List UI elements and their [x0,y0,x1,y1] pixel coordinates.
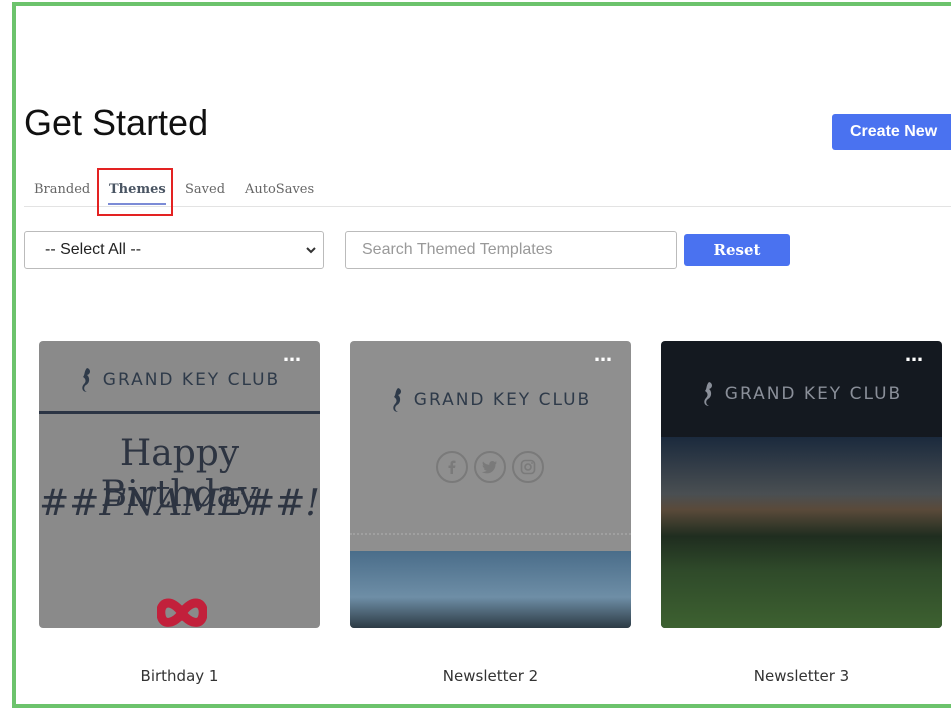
logo-text: GRAND KEY CLUB [413,390,592,410]
bow-icon [157,598,207,627]
chevron-down-icon [306,247,316,254]
template-card-newsletter-2[interactable]: … GRAND KEY CLUB [350,341,631,628]
more-options-icon[interactable]: … [594,345,613,366]
logo: GRAND KEY CLUB [661,381,942,407]
card-caption: Birthday 1 [140,667,219,685]
seahorse-icon [82,368,90,392]
golf-course-photo [661,437,942,628]
more-options-icon[interactable]: … [905,345,924,366]
seahorse-icon [393,388,401,412]
category-select[interactable]: -- Select All -- [24,231,324,269]
search-input[interactable] [345,231,677,269]
template-card-birthday[interactable]: … GRAND KEY CLUB Happy Birthday ##FNAME#… [39,341,320,628]
card-caption: Newsletter 2 [442,667,539,685]
more-options-icon[interactable]: … [283,345,302,366]
tab-branded[interactable]: Branded [34,182,90,197]
card-caption: Newsletter 3 [753,667,850,685]
logo: GRAND KEY CLUB [39,367,320,393]
create-new-button[interactable]: Create New [832,114,951,150]
themes-tab-highlight [97,168,173,216]
facebook-icon [436,451,468,483]
page-title: Get Started [24,102,209,143]
name-merge-tag: ##FNAME##! [39,483,320,524]
twitter-icon [474,451,506,483]
logo-text: GRAND KEY CLUB [102,370,281,390]
beach-photo [350,551,631,628]
reset-button[interactable]: Reset [684,234,790,266]
logo-text: GRAND KEY CLUB [724,384,903,404]
divider [350,533,631,535]
divider [39,411,320,414]
template-card-newsletter-3[interactable]: … GRAND KEY CLUB [661,341,942,628]
tab-autosaves[interactable]: AutoSaves [245,182,314,197]
instagram-icon [512,451,544,483]
select-value: -- Select All -- [45,241,142,258]
logo: GRAND KEY CLUB [350,387,631,413]
tab-saved[interactable]: Saved [185,182,225,197]
seahorse-icon [704,382,712,406]
